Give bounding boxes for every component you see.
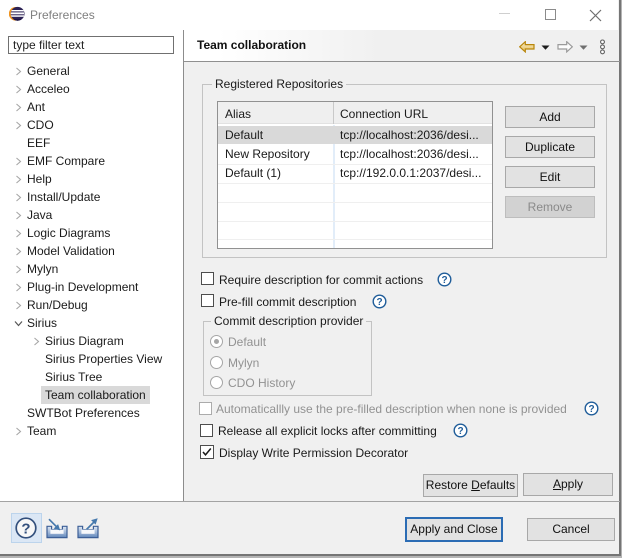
svg-text:?: ? [21,521,30,538]
svg-text:?: ? [376,297,382,308]
svg-text:?: ? [441,275,447,286]
svg-text:?: ? [457,426,463,437]
svg-text:?: ? [588,404,594,415]
